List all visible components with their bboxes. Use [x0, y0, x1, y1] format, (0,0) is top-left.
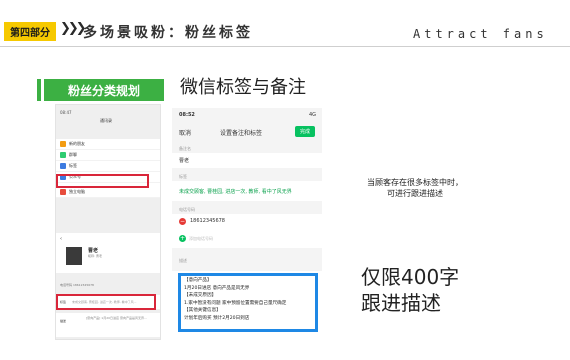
desc-value: [意向产品] 1月20日进店 意向产品是风无界... [86, 316, 147, 320]
desc-line: 【意向产品】 [184, 278, 212, 283]
header-divider [0, 46, 570, 47]
menu-item-label: 独立电脑 [69, 189, 85, 194]
header-title: 多场景吸粉：粉丝标签 [83, 25, 253, 41]
menu-item-new-friends[interactable]: 新的朋友 [56, 139, 160, 150]
limit-callout: 仅限400字 跟进描述 [361, 264, 459, 316]
tag-label: 标签 [179, 174, 187, 179]
add-phone-icon[interactable]: + [179, 235, 186, 242]
slide-title: 微信标签与备注 [180, 77, 306, 98]
limit-line: 跟进描述 [361, 291, 441, 315]
desc-line: 计划年后购买 预计2月20日到店 [184, 315, 250, 321]
desc-highlight-box: 【意向产品】 1月20日进店 意向产品是风无界 【未成交原因】 1.家中暂没有问… [178, 273, 318, 332]
cancel-button[interactable]: 取消 [179, 128, 191, 137]
menu-item-group-chat[interactable]: 群聊 [56, 150, 160, 161]
back-icon[interactable]: ‹ [60, 236, 62, 242]
done-button[interactable]: 完成 [295, 126, 315, 137]
remark-field[interactable]: 曹老 [172, 153, 322, 168]
note-line: 当顾客存在很多标签中时， [367, 178, 463, 187]
network-status: 4G [308, 112, 316, 118]
remark-label: 备注名 [179, 146, 191, 151]
note-line: 可进行跟进描述 [387, 189, 443, 198]
status-time: 08:52 [179, 112, 195, 118]
desc-line: 【未成交原因】 [184, 293, 217, 298]
add-phone-placeholder[interactable]: 添加电话号码 [189, 236, 213, 242]
menu-item-tags[interactable]: 标签 [56, 161, 160, 172]
avatar [66, 247, 82, 265]
phone-screenshot-remark-settings: 08:52 4G 取消 设置备注和标签 完成 备注名 曹老 标签 未成交顾客, … [172, 108, 322, 340]
menu-item-extra[interactable]: 独立电脑 [56, 187, 160, 198]
desc-line: 【其他关键信息】 [184, 308, 221, 313]
chevrons-icon: ❯❯❯ [60, 21, 87, 36]
phone-label: 电话号码 [179, 207, 195, 212]
menu-item-label: 标签 [69, 163, 77, 168]
desc-line: 1月20日进店 意向产品是风无界 [184, 285, 250, 291]
note-text: 当顾客存在很多标签中时， 可进行跟进描述 [340, 177, 490, 199]
desc-line: 1.家中暂没有问题 家中预留位置需要自己量尺确定 [184, 300, 287, 306]
contact-phone: 电话号码 18612345678 [60, 283, 94, 287]
menu-item-label: 新的朋友 [69, 141, 85, 146]
status-time: 08:47 [60, 110, 72, 115]
group-chat-icon [60, 152, 66, 158]
limit-line: 仅限400字 [361, 265, 460, 289]
desc-label: 描述 [179, 258, 187, 263]
remove-phone-icon[interactable]: − [179, 218, 186, 225]
contacts-menu: 新的朋友 群聊 标签 公众号 独立电脑 [56, 139, 160, 198]
section-badge: 第四部分 [4, 22, 56, 41]
desc-label: 描述 [60, 319, 67, 323]
tag-icon [60, 163, 66, 169]
tags-highlight-box [56, 174, 149, 188]
tag-field[interactable]: 未成交顾客, 曹桂园, 进店一次, 教师, 看中了风无界 [172, 181, 322, 201]
phone-screenshot-contacts: 08:47 通讯录 新的朋友 群聊 标签 公众号 独立电脑 ‹ 曹老 昵称: 曹… [55, 104, 161, 340]
tags-row-highlight-box [56, 294, 156, 310]
contact-name: 曹老 [88, 248, 99, 254]
nav-bar: 取消 设置备注和标签 完成 [172, 124, 322, 140]
menu-item-label: 群聊 [69, 152, 77, 157]
section-label: 粉丝分类规划 [37, 79, 164, 101]
phone-value[interactable]: 18612345678 [190, 218, 225, 224]
new-friends-icon [60, 141, 66, 147]
contact-avatar-icon [60, 189, 66, 195]
contact-desc-row[interactable]: 描述 [意向产品] 1月20日进店 意向产品是风无界... [56, 313, 160, 337]
contacts-title: 通讯录 [100, 118, 112, 123]
contact-card: ‹ 曹老 昵称: 曹老 [56, 233, 160, 273]
header-subtitle-en: Attract fans [413, 27, 548, 41]
tag-value: 未成交顾客, 曹桂园, 进店一次, 教师, 看中了风无界 [179, 188, 292, 195]
nav-title: 设置备注和标签 [220, 130, 263, 137]
contact-subtitle: 昵称: 曹老 [88, 254, 102, 258]
